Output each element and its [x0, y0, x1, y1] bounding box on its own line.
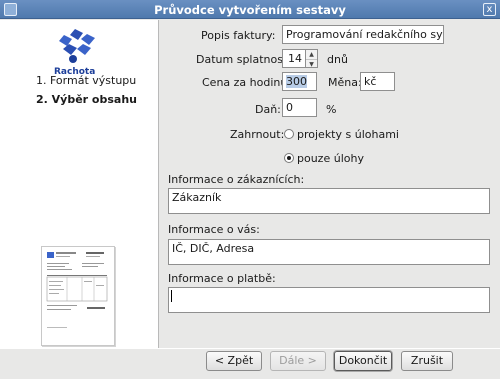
your-info-label: Informace o vás:: [168, 223, 260, 236]
sidebar-divider: [158, 20, 159, 348]
footer-divider: [0, 348, 500, 349]
tax-unit-label: %: [326, 103, 337, 116]
invoice-description-field[interactable]: Programování redakčního systému: [282, 25, 444, 44]
hourly-rate-selection: 300: [286, 75, 307, 88]
due-days-field[interactable]: 14: [282, 49, 306, 68]
include-label: Zahrnout:: [230, 128, 285, 141]
tax-field[interactable]: 0: [282, 98, 317, 117]
spinner-up-icon[interactable]: ▲: [306, 50, 317, 59]
title-bar[interactable]: Průvodce vytvořením sestavy x: [0, 0, 500, 19]
due-date-label: Datum splatnosti:: [196, 53, 295, 66]
sidebar: Rachota 1. Formát výstupu 2. Výběr obsah…: [0, 20, 158, 348]
spinner-down-icon[interactable]: ▼: [306, 59, 317, 68]
back-button[interactable]: < Zpět: [206, 351, 262, 371]
report-preview-icon: [46, 252, 108, 328]
currency-field[interactable]: kč: [360, 72, 395, 91]
invoice-description-label: Popis faktury:: [201, 29, 276, 42]
wizard-window: Průvodce vytvořením sestavy x Rachota 1.…: [0, 0, 500, 379]
report-preview-thumbnail: [41, 246, 115, 346]
payment-info-label: Informace o platbě:: [168, 272, 276, 285]
finish-button[interactable]: Dokončit: [334, 351, 392, 371]
wizard-steps: 1. Formát výstupu 2. Výběr obsahu: [36, 71, 137, 109]
currency-label: Měna:: [328, 76, 362, 89]
tax-label: Daň:: [255, 103, 281, 116]
customer-info-field[interactable]: Zákazník: [168, 188, 490, 214]
include-projects-radio[interactable]: [284, 129, 294, 139]
step-2-current: 2. Výběr obsahu: [36, 93, 137, 106]
customer-info-label: Informace o zákaznících:: [168, 173, 305, 186]
text-caret: [171, 290, 172, 302]
include-tasks-label[interactable]: pouze úlohy: [297, 152, 364, 165]
due-days-spinner[interactable]: ▲ ▼: [306, 49, 318, 68]
window-title: Průvodce vytvořením sestavy: [154, 3, 346, 17]
rachota-logo-icon: [59, 29, 95, 63]
close-icon[interactable]: x: [483, 3, 496, 16]
cancel-button[interactable]: Zrušit: [401, 351, 453, 371]
next-button[interactable]: Dále >: [270, 351, 326, 371]
your-info-field[interactable]: IČ, DIČ, Adresa: [168, 239, 490, 265]
payment-info-field[interactable]: [168, 287, 490, 313]
include-tasks-radio[interactable]: [284, 153, 294, 163]
hourly-rate-label: Cena za hodinu:: [202, 76, 292, 89]
hourly-rate-field[interactable]: 300: [282, 72, 317, 91]
step-1: 1. Formát výstupu: [36, 74, 137, 87]
include-projects-label[interactable]: projekty s úlohami: [297, 128, 399, 141]
due-unit-label: dnů: [327, 53, 348, 66]
